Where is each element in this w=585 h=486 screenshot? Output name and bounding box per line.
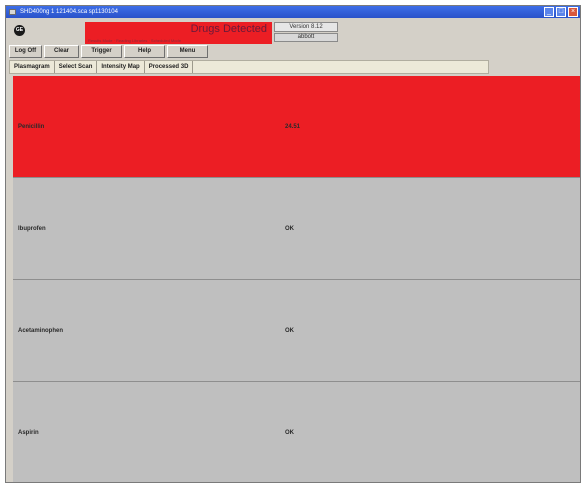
result-row-penicillin[interactable]: Penicillin 24.51 (13, 76, 580, 178)
banner-subtitle: Results Mode · Reading Libraries · Sched… (88, 38, 181, 43)
tab-select-scan[interactable]: Select Scan (55, 61, 98, 73)
tab-processed-3d[interactable]: Processed 3D (145, 61, 194, 73)
drug-status: OK (285, 328, 294, 334)
drug-status: 24.51 (285, 124, 301, 130)
drug-status: OK (285, 226, 294, 232)
tab-intensity-map[interactable]: Intensity Map (97, 61, 145, 73)
drug-name: Acetaminophen (18, 328, 64, 334)
result-row-ibuprofen[interactable]: Ibuprofen OK (13, 178, 580, 280)
clear-button[interactable]: Clear (44, 45, 79, 58)
tab-bar: Plasmagram Select Scan Intensity Map Pro… (9, 60, 489, 74)
tab-plasmagram[interactable]: Plasmagram (10, 61, 55, 73)
status-banner: Drugs Detected Results Mode · Reading Li… (85, 22, 272, 44)
ge-logo: GE (14, 25, 25, 36)
menu-button[interactable]: Menu (167, 45, 208, 58)
log-off-button[interactable]: Log Off (9, 45, 42, 58)
drug-name: Ibuprofen (18, 226, 46, 232)
result-row-aspirin[interactable]: Aspirin OK (13, 382, 580, 482)
app-window: SHD400ng 1 121404.sca sp1130104 _ □ × GE… (5, 5, 581, 483)
close-button[interactable]: × (568, 7, 578, 17)
title-bar[interactable]: SHD400ng 1 121404.sca sp1130104 _ □ × (6, 6, 580, 18)
maximize-button[interactable]: □ (556, 7, 566, 17)
drug-name: Aspirin (18, 430, 39, 436)
banner-title: Drugs Detected (190, 23, 267, 35)
help-button[interactable]: Help (124, 45, 165, 58)
window-title: SHD400ng 1 121404.sca sp1130104 (20, 9, 118, 15)
version-label: Version 8.12 (274, 22, 338, 32)
drug-name: Penicillin (18, 124, 45, 130)
toolbar: Log Off Clear Trigger Help Menu (9, 45, 208, 58)
trigger-button[interactable]: Trigger (81, 45, 122, 58)
user-label: abbott (274, 33, 338, 42)
results-panel: Penicillin 24.51 Ibuprofen OK Acetaminop… (13, 76, 580, 482)
minimize-button[interactable]: _ (544, 7, 554, 17)
app-icon (9, 9, 16, 15)
result-row-acetaminophen[interactable]: Acetaminophen OK (13, 280, 580, 382)
window-controls: _ □ × (544, 7, 578, 17)
drug-status: OK (285, 430, 294, 436)
